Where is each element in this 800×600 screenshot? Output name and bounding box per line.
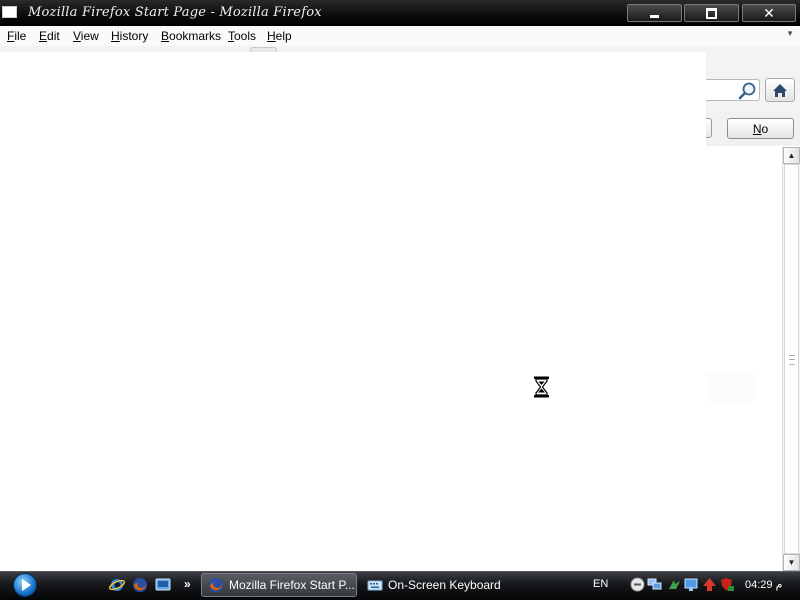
start-orb-icon: [22, 579, 31, 591]
search-icon[interactable]: [737, 81, 757, 101]
taskbar-button-firefox[interactable]: Mozilla Firefox Start P...: [201, 573, 357, 597]
system-clock[interactable]: 04:29 م: [745, 578, 782, 591]
internet-explorer-icon[interactable]: [109, 577, 125, 593]
update-icon[interactable]: [702, 577, 717, 592]
minimize-button[interactable]: [627, 4, 682, 22]
keyboard-icon: [367, 580, 383, 591]
taskbar-button-label: On-Screen Keyboard: [388, 578, 501, 592]
taskbar-button-label: Mozilla Firefox Start P...: [229, 578, 355, 592]
menu-bar: File Edit View History Bookmarks Tools H…: [0, 26, 800, 46]
arrow-up-icon: ▲: [787, 151, 796, 160]
scroll-thumb[interactable]: [784, 164, 799, 554]
quick-launch-more-icon[interactable]: »: [184, 577, 191, 591]
faint-content-block: [706, 372, 754, 402]
home-button[interactable]: [765, 78, 795, 102]
network-icon[interactable]: [647, 577, 662, 592]
unpainted-region: [0, 52, 706, 147]
hourglass-cursor-icon: [534, 376, 549, 398]
close-icon: ✕: [763, 4, 775, 21]
volume-icon[interactable]: [630, 577, 645, 592]
scroll-down-button[interactable]: ▼: [783, 554, 800, 571]
arrow-down-icon: ▼: [787, 558, 796, 567]
shield-icon[interactable]: [719, 577, 734, 592]
scroll-up-button[interactable]: ▲: [783, 147, 800, 164]
window-title: Mozilla Firefox Start Page - Mozilla Fir…: [28, 5, 322, 20]
firefox-icon[interactable]: [132, 577, 148, 593]
no-button[interactable]: No: [727, 118, 794, 139]
firefox-icon: [209, 578, 223, 592]
home-icon: [773, 83, 787, 97]
window-icon[interactable]: [2, 6, 17, 18]
menu-file[interactable]: File: [7, 29, 26, 43]
restore-icon: [706, 7, 717, 19]
taskbar-button-keyboard[interactable]: On-Screen Keyboard: [361, 573, 521, 597]
language-indicator[interactable]: EN: [593, 578, 608, 590]
grip-icon: [789, 355, 795, 365]
menu-edit[interactable]: Edit: [39, 29, 60, 43]
menu-view[interactable]: View: [73, 29, 99, 43]
menu-help[interactable]: Help: [267, 29, 292, 43]
vertical-scrollbar[interactable]: ▲ ▼: [782, 147, 800, 571]
menu-tools[interactable]: Tools: [228, 29, 256, 43]
start-button[interactable]: [13, 573, 37, 597]
safely-remove-icon[interactable]: [667, 577, 682, 592]
display-icon[interactable]: [684, 577, 699, 592]
menu-bookmarks[interactable]: Bookmarks: [161, 29, 221, 43]
maximize-button[interactable]: [684, 4, 739, 22]
menu-overflow-icon[interactable]: ▼: [786, 29, 794, 38]
menu-history[interactable]: History: [111, 29, 148, 43]
page-content[interactable]: [0, 147, 782, 571]
show-desktop-icon[interactable]: [155, 577, 171, 593]
minimize-icon: [650, 15, 659, 18]
close-button[interactable]: ✕: [742, 4, 796, 22]
